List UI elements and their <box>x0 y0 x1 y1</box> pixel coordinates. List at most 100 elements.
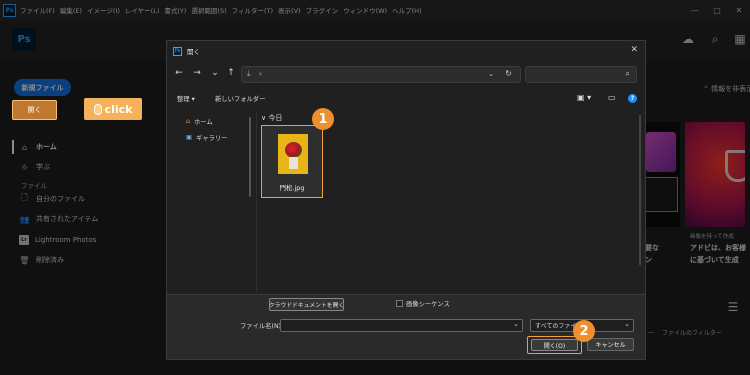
thumbnail-vase <box>289 157 298 169</box>
address-dropdown[interactable]: ⌄ <box>488 70 494 78</box>
home-icon: ⌂ <box>21 142 28 152</box>
hide-info-label: 情報を非表示 <box>711 85 750 93</box>
image-sequence-option[interactable]: 画像シーケンス <box>396 299 450 308</box>
sidebar-item-label: 共有されたアイテム <box>36 215 99 223</box>
card-2-caption: 画像を持って作成 <box>690 234 734 240</box>
feature-card-1[interactable] <box>640 122 680 227</box>
dialog-navigation-bar: ← → ⌄ ↑ ⤓ › ⌄ ↻ ⌕ <box>167 63 645 85</box>
menu-plugins[interactable]: プラグイン <box>306 5 339 15</box>
menu-image[interactable]: イメージ(I) <box>87 5 120 15</box>
card-1-text-a: 要な <box>645 244 659 252</box>
address-bar[interactable]: ⤓ › ⌄ ↻ <box>241 66 521 83</box>
card-image-panel <box>644 177 678 212</box>
file-thumbnail <box>278 134 308 174</box>
sidebar-item-label: 削除済み <box>36 256 64 264</box>
photoshop-logo: Ps <box>12 28 36 51</box>
cloud-icon[interactable]: ☁ <box>679 30 697 48</box>
file-list-pane: ∨ 今日 門松.jpg <box>259 111 645 293</box>
dialog-cancel-button[interactable]: キャンセル <box>587 338 634 351</box>
menu-select[interactable]: 選択範囲(S) <box>191 5 226 15</box>
up-folder-button[interactable]: ↑ <box>225 68 237 78</box>
lightbulb-icon: ☼ <box>20 162 29 172</box>
sidebar-item-deleted[interactable]: 🗑 削除済み <box>19 252 64 268</box>
card-image <box>646 132 676 172</box>
sidebar-item-my-files[interactable]: 🗋 自分のファイル <box>19 191 85 207</box>
new-folder-button[interactable]: 新しいフォルダー <box>215 94 265 103</box>
dialog-open-button[interactable]: 開く(O) <box>531 339 578 351</box>
view-options-button[interactable]: ▣ ▾ <box>577 93 591 102</box>
nav-pane-item-gallery[interactable]: ▣ ギャラリー <box>186 131 227 143</box>
sidebar-item-label: ホーム <box>36 143 57 151</box>
forward-button[interactable]: → <box>191 68 203 78</box>
filename-input[interactable]: ⌄ <box>280 319 523 332</box>
dialog-search-input[interactable]: ⌕ <box>525 66 637 83</box>
file-filter-label: ファイルのフィルター <box>662 330 722 337</box>
photoshop-small-icon: Ps <box>173 46 182 56</box>
new-file-button[interactable]: 新規ファイル <box>14 79 71 96</box>
dialog-close-button[interactable]: ✕ <box>630 45 638 55</box>
mouse-icon <box>93 103 102 115</box>
dialog-command-bar: 整理 ▾ 新しいフォルダー ▣ ▾ ▭ ? <box>167 91 645 107</box>
search-icon[interactable]: ⌕ <box>706 30 724 48</box>
sidebar-item-lightroom[interactable]: Lr Lightroom Photos <box>19 232 96 248</box>
back-button[interactable]: ← <box>173 68 185 78</box>
menu-edit[interactable]: 編集(E) <box>60 5 82 15</box>
feature-card-2[interactable] <box>685 122 745 227</box>
download-icon: ⤓ <box>247 69 251 78</box>
thumbnail-flowers <box>285 142 302 158</box>
sidebar-item-learn[interactable]: ☼ 学ぶ <box>19 159 50 175</box>
chevron-down-icon[interactable]: ⌄ <box>513 320 519 328</box>
sidebar-section-files: ファイル <box>21 182 47 190</box>
list-view-icon[interactable]: ☰ <box>724 298 742 316</box>
organize-button[interactable]: 整理 ▾ <box>177 94 195 103</box>
sidebar-item-shared[interactable]: 👥 共有されたアイテム <box>19 211 99 227</box>
image-sequence-checkbox[interactable] <box>396 300 403 307</box>
file-list-scrollbar[interactable] <box>639 111 642 293</box>
apps-grid-icon[interactable]: ▦ <box>731 30 749 48</box>
nav-pane-scrollbar[interactable] <box>249 117 251 197</box>
help-icon[interactable]: ? <box>628 94 637 103</box>
trash-icon: 🗑 <box>19 255 30 265</box>
menu-window[interactable]: ウィンドウ(W) <box>343 5 387 15</box>
search-icon: ⌕ <box>625 69 630 78</box>
open-button-highlight[interactable]: 開く <box>12 100 57 120</box>
navigation-pane: ⌂ ホーム ▣ ギャラリー <box>167 111 257 293</box>
hide-info-toggle[interactable]: ⌃ 情報を非表示 <box>703 84 750 94</box>
menu-layer[interactable]: レイヤー(L) <box>125 5 160 15</box>
sidebar-item-home[interactable]: ⌂ ホーム <box>19 139 57 155</box>
shield-icon <box>725 150 745 182</box>
dialog-title-bar: Ps 開く ✕ <box>167 41 645 61</box>
menu-view[interactable]: 表示(V) <box>278 5 301 15</box>
gallery-icon: ▣ <box>186 133 192 141</box>
step-marker-1: 1 <box>312 108 334 130</box>
sidebar-item-label: 学ぶ <box>36 163 50 171</box>
group-header-today[interactable]: ∨ 今日 <box>261 113 282 123</box>
dialog-open-button-highlight[interactable]: 開く(O) <box>527 336 582 354</box>
step-marker-2: 2 <box>573 320 595 342</box>
card-2-title-2: に基づいて生成 <box>690 256 739 264</box>
chevron-down-icon[interactable]: ⌄ <box>624 320 630 328</box>
close-window-button[interactable]: ✕ <box>728 0 750 20</box>
open-cloud-document-button[interactable]: クラウドドキュメントを開く <box>269 298 344 311</box>
recent-locations-button[interactable]: ⌄ <box>209 68 221 78</box>
menu-filter[interactable]: フィルター(T) <box>232 5 273 15</box>
card-1-text-b: ン <box>645 256 652 264</box>
click-label: click <box>104 102 133 116</box>
menu-help[interactable]: ヘルプ(H) <box>392 5 421 15</box>
minimize-button[interactable]: — <box>684 0 706 20</box>
sidebar-item-label: Lightroom Photos <box>35 236 97 244</box>
refresh-icon[interactable]: ↻ <box>505 69 512 78</box>
file-name: 門松.jpg <box>279 184 305 192</box>
click-annotation-top: click <box>84 98 142 120</box>
maximize-button[interactable]: □ <box>706 0 728 20</box>
nav-pane-item-home[interactable]: ⌂ ホーム <box>186 115 213 127</box>
path-separator: › <box>259 70 262 78</box>
menu-type[interactable]: 書式(Y) <box>164 5 186 15</box>
image-sequence-label: 画像シーケンス <box>406 301 450 308</box>
dialog-title: 開く <box>187 48 200 56</box>
menu-file[interactable]: ファイル(F) <box>20 5 55 15</box>
filename-label: ファイル名(N): <box>240 323 284 330</box>
file-item[interactable]: 門松.jpg <box>261 125 323 198</box>
preview-pane-icon[interactable]: ▭ <box>608 93 616 102</box>
scrollbar-thumb[interactable] <box>639 115 641 265</box>
